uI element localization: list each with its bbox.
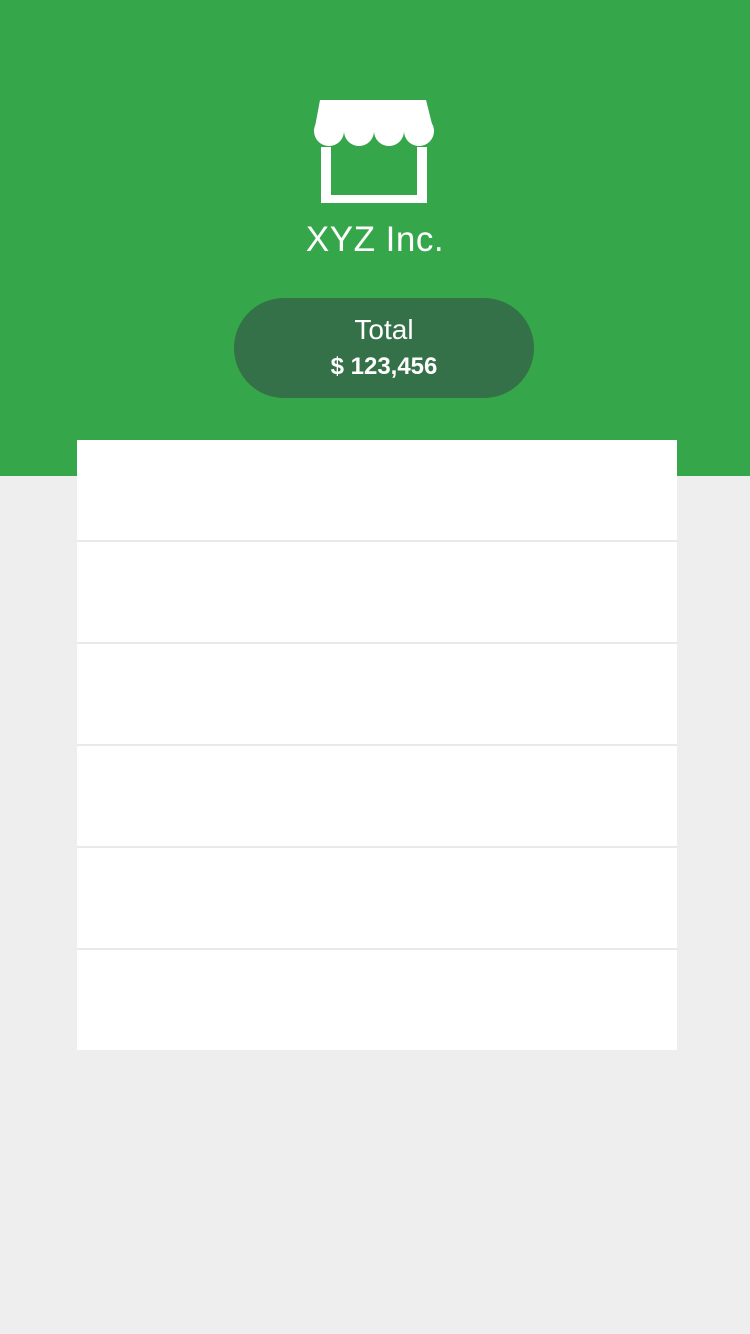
app-screen: XYZ Inc. Total $ 123,456 bbox=[0, 0, 750, 1334]
total-summary: Total $ 123,456 bbox=[234, 298, 534, 398]
store-icon bbox=[314, 100, 434, 203]
total-label: Total bbox=[354, 314, 414, 345]
list-item[interactable] bbox=[77, 848, 677, 948]
list-item[interactable] bbox=[77, 542, 677, 642]
list-item[interactable] bbox=[77, 746, 677, 846]
company-name: XYZ Inc. bbox=[305, 220, 445, 259]
transaction-list bbox=[77, 440, 677, 1050]
total-value: $ 123,456 bbox=[330, 353, 438, 380]
list-item[interactable] bbox=[77, 644, 677, 744]
list-item[interactable] bbox=[77, 440, 677, 540]
list-item[interactable] bbox=[77, 950, 677, 1050]
store-header: XYZ Inc. Total $ 123,456 bbox=[0, 0, 750, 476]
